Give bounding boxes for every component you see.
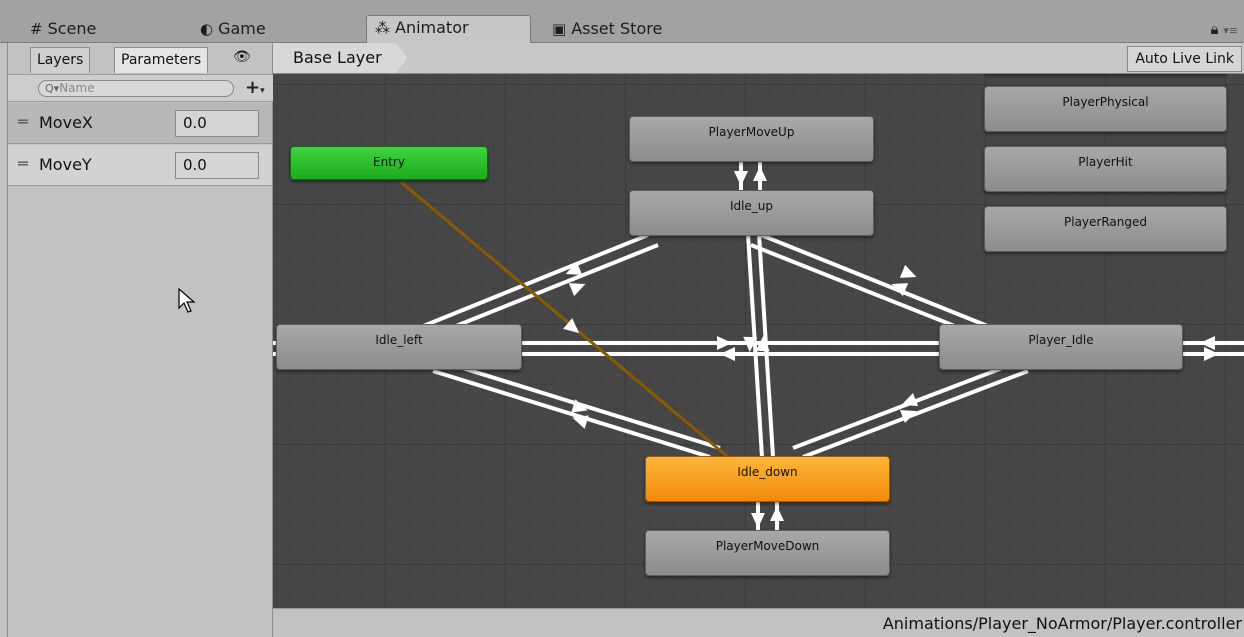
tab-asset-store-label: Asset Store: [571, 19, 663, 38]
parameters-panel: Layers Parameters 👁︎ Q▾Name +▾ ═ MoveX 0…: [0, 43, 273, 637]
mouse-cursor-icon: [178, 287, 196, 318]
state-player-hit[interactable]: PlayerHit: [984, 146, 1227, 192]
status-bar: Animations/Player_NoArmor/Player.control…: [273, 608, 1244, 637]
eye-icon[interactable]: 👁︎: [233, 49, 251, 65]
tab-scene[interactable]: # Scene: [30, 17, 140, 43]
state-idle-down[interactable]: Idle_down: [645, 456, 890, 502]
parameter-name: MoveY: [39, 155, 92, 174]
animator-icon: ⁂: [375, 19, 390, 37]
breadcrumb[interactable]: Base Layer: [273, 43, 408, 73]
drag-handle-icon[interactable]: ═: [18, 154, 28, 173]
parameter-row[interactable]: ═ MoveY 0.0: [8, 145, 272, 186]
state-player-ranged[interactable]: PlayerRanged: [984, 206, 1227, 252]
tab-scene-label: Scene: [47, 19, 97, 38]
state-player-physical[interactable]: PlayerPhysical: [984, 86, 1227, 132]
panel-tabs: Layers Parameters 👁︎: [0, 43, 273, 74]
controller-path: Animations/Player_NoArmor/Player.control…: [882, 614, 1242, 633]
state-idle-up[interactable]: Idle_up: [629, 190, 874, 236]
tab-game-label: Game: [218, 19, 266, 38]
add-parameter-button[interactable]: +▾: [245, 77, 265, 98]
state-entry[interactable]: Entry: [290, 146, 488, 180]
state-machine-graph[interactable]: PlayerPhysical PlayerHit PlayerRanged En…: [273, 74, 1244, 608]
search-placeholder: Name: [59, 81, 95, 95]
tab-game[interactable]: ◐ Game: [200, 17, 310, 43]
search-row: Q▾Name +▾: [8, 74, 273, 102]
state-player-idle[interactable]: Player_Idle: [939, 324, 1183, 370]
parameter-row[interactable]: ═ MoveX 0.0: [8, 103, 272, 144]
lock-icon[interactable]: 🔒︎ ▾≡: [1211, 20, 1239, 38]
scene-icon: #: [30, 20, 43, 38]
editor-tab-bar: # Scene ◐ Game ⁂ Animator ▣ Asset Store 🔒︎ ▾…: [0, 0, 1244, 43]
auto-live-link-button[interactable]: Auto Live Link: [1127, 46, 1242, 72]
state-player-move-down[interactable]: PlayerMoveDown: [645, 530, 890, 576]
tab-animator-label: Animator: [395, 18, 469, 37]
state-idle-left[interactable]: Idle_left: [276, 324, 522, 370]
tab-asset-store[interactable]: ▣ Asset Store: [552, 17, 702, 43]
parameter-value-field[interactable]: 0.0: [175, 110, 259, 137]
drag-handle-icon[interactable]: ═: [18, 112, 28, 131]
search-input[interactable]: Q▾Name: [38, 80, 234, 97]
parameter-name: MoveX: [39, 113, 93, 132]
parameter-value-field[interactable]: 0.0: [175, 152, 259, 179]
transition-line[interactable]: [410, 233, 649, 333]
tab-layers[interactable]: Layers: [30, 47, 91, 73]
game-icon: ◐: [200, 20, 214, 38]
state-player-move-up[interactable]: PlayerMoveUp: [629, 116, 874, 162]
tab-animator[interactable]: ⁂ Animator: [366, 15, 531, 43]
tab-parameters[interactable]: Parameters: [114, 47, 209, 73]
breadcrumb-bar: Base Layer Auto Live Link: [273, 43, 1244, 74]
asset-store-icon: ▣: [552, 20, 567, 38]
search-icon: Q▾: [45, 82, 60, 95]
transition-line[interactable]: [760, 233, 1001, 333]
transition-line[interactable]: [802, 369, 1029, 459]
transition-line[interactable]: [432, 369, 711, 459]
